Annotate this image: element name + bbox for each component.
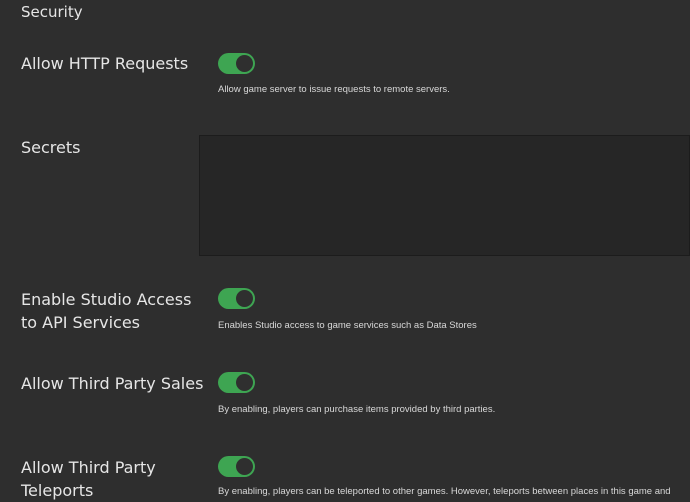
toggle-knob (236, 458, 253, 475)
secrets-input[interactable] (199, 135, 690, 256)
label-allow-http: Allow HTTP Requests (21, 54, 189, 73)
section-title: Security (21, 3, 83, 21)
toggle-knob (236, 374, 253, 391)
label-studio-access: Enable Studio Access to API Services (21, 290, 192, 332)
desc-studio-access: Enables Studio access to game services s… (218, 320, 477, 331)
desc-third-party-sales: By enabling, players can purchase items … (218, 404, 496, 415)
toggle-knob (236, 290, 253, 307)
toggle-third-party-sales[interactable] (218, 372, 255, 393)
toggle-studio-access[interactable] (218, 288, 255, 309)
desc-allow-http: Allow game server to issue requests to r… (218, 84, 450, 95)
label-third-party-sales: Allow Third Party Sales (21, 374, 204, 393)
toggle-allow-http[interactable] (218, 53, 255, 74)
label-third-party-teleports: Allow Third Party Teleports (21, 458, 156, 500)
toggle-third-party-teleports[interactable] (218, 456, 255, 477)
desc-third-party-teleports: By enabling, players can be teleported t… (218, 486, 671, 497)
toggle-knob (236, 55, 253, 72)
label-secrets: Secrets (21, 138, 81, 157)
